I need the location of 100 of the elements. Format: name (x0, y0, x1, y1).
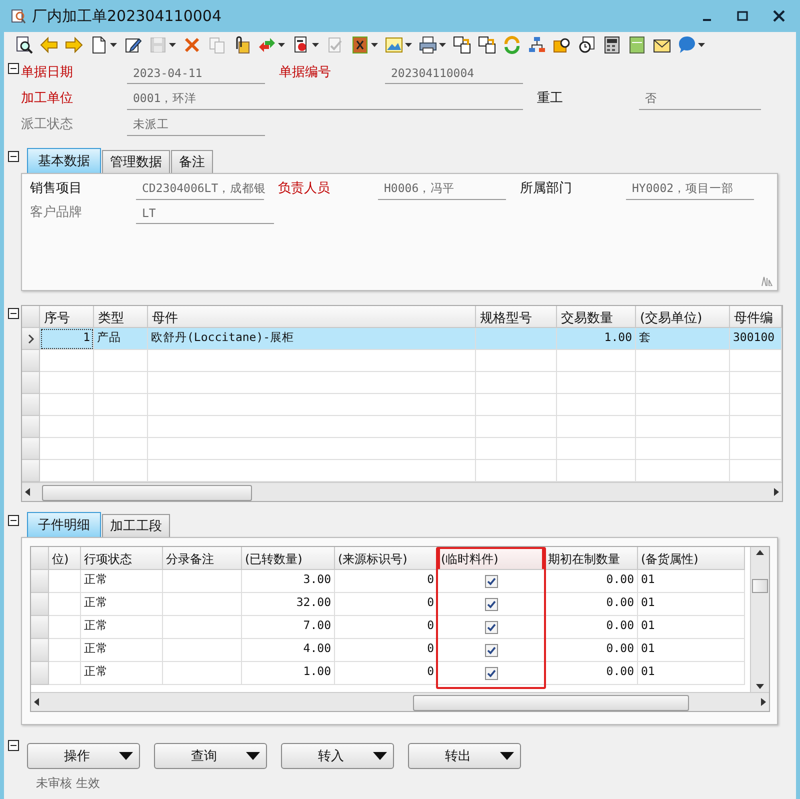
caret-icon (169, 43, 176, 47)
table-cell: 0.00 (545, 662, 638, 685)
horizontal-scrollbar[interactable] (22, 482, 782, 501)
hierarchy-icon (528, 36, 546, 54)
column-header[interactable]: 交易数量 (557, 306, 636, 328)
checkbox[interactable] (484, 620, 498, 634)
column-header[interactable]: (已转数量) (242, 547, 335, 570)
column-header[interactable]: (临时料件) (438, 547, 545, 570)
column-header[interactable]: 类型 (94, 306, 148, 328)
linked-pages-icon (453, 36, 471, 54)
column-header[interactable]: 母件编 (730, 306, 782, 328)
table-cell: 0.00 (545, 639, 638, 662)
tab[interactable]: 子件明细 (27, 512, 101, 537)
field-label: 派工状态 (21, 116, 74, 134)
tab[interactable]: 备注 (171, 150, 213, 173)
horizontal-scrollbar[interactable] (31, 692, 769, 711)
column-header[interactable]: (来源标识号) (335, 547, 438, 570)
vertical-scrollbar[interactable] (750, 547, 769, 692)
checkbox[interactable] (484, 574, 498, 588)
printer-icon (419, 36, 437, 54)
column-header[interactable]: 序号 (40, 306, 94, 328)
table-cell: 0 (335, 593, 438, 616)
table-cell: 欧舒丹(Loccitane)-展柜 (148, 328, 476, 350)
checkbox[interactable] (484, 598, 498, 610)
field-label: 加工单位 (21, 90, 74, 108)
document-search-icon (10, 8, 26, 24)
column-header[interactable]: 期初在制数量 (545, 547, 638, 570)
dropdown-button[interactable]: 转入 (281, 743, 394, 769)
table-cell (49, 616, 81, 639)
collapse-icon[interactable] (8, 740, 19, 751)
table-cell (49, 662, 81, 685)
row-header (31, 639, 49, 662)
table-cell: 0.00 (545, 593, 638, 616)
cross-icon (183, 36, 201, 54)
caret-icon (246, 751, 260, 761)
table-cell (94, 416, 148, 438)
row-header (31, 547, 49, 570)
dropdown-button[interactable]: 查询 (154, 743, 267, 769)
table-cell (730, 438, 782, 460)
collapse-icon[interactable] (8, 308, 19, 319)
table-cell (49, 570, 81, 593)
caret-icon (119, 751, 133, 761)
field-value: 否 (639, 91, 761, 110)
table-cell (49, 593, 81, 616)
column-header[interactable]: (备货属性) (638, 547, 745, 570)
field-value: 202304110004 (385, 66, 523, 84)
caret-icon (278, 43, 285, 47)
column-header[interactable]: 规格型号 (476, 306, 557, 328)
column-header[interactable]: (交易单位) (636, 306, 730, 328)
circular-arrows-icon (503, 36, 521, 54)
column-header[interactable]: 位) (49, 547, 81, 570)
table-cell: 正常 (81, 662, 163, 685)
table-cell: 产品 (94, 328, 148, 350)
table-cell: 01 (638, 593, 745, 616)
collapse-icon[interactable] (8, 151, 19, 162)
collapse-icon[interactable] (8, 515, 19, 526)
copy-pages-icon (208, 36, 226, 54)
row-header (31, 593, 49, 616)
row-header (22, 306, 40, 328)
magnifier-page-icon (15, 36, 33, 54)
dropdown-button[interactable]: 转出 (408, 743, 521, 769)
column-header[interactable]: 母件 (148, 306, 476, 328)
scroll-thumb[interactable] (42, 485, 252, 501)
scroll-thumb[interactable] (413, 695, 689, 711)
table-cell: 7.00 (242, 616, 335, 639)
table-cell: 01 (638, 616, 745, 639)
table-cell (730, 350, 782, 372)
row-header (31, 570, 49, 593)
scroll-thumb[interactable] (752, 579, 768, 593)
row-header (31, 662, 49, 685)
table-cell (730, 394, 782, 416)
tab[interactable]: 基本数据 (27, 148, 101, 173)
checkbox[interactable] (484, 644, 498, 656)
window-title: 厂内加工单202304110004 (32, 6, 223, 26)
right-arrow-icon (65, 36, 83, 54)
field-value: HY0002，项目一部 (626, 181, 754, 200)
row-header[interactable] (22, 328, 40, 350)
table-cell: 正常 (81, 570, 163, 593)
table-cell: 0.00 (545, 616, 638, 639)
table-cell (730, 416, 782, 438)
column-header[interactable]: 行项状态 (81, 547, 163, 570)
pencil-page-icon (124, 36, 142, 54)
dropdown-button[interactable]: 操作 (27, 743, 140, 769)
checkbox[interactable] (484, 666, 498, 680)
table-cell: 0 (335, 570, 438, 593)
caret-icon (500, 751, 514, 761)
collapse-icon[interactable] (8, 63, 19, 74)
table-cell: 0 (335, 616, 438, 639)
table-cell (94, 350, 148, 372)
tab[interactable]: 加工工段 (102, 514, 170, 537)
table-cell (94, 394, 148, 416)
field-value: LT (136, 206, 274, 224)
clock-page-icon (578, 36, 596, 54)
column-header[interactable]: 分录备注 (163, 547, 242, 570)
field-value: H0006，冯平 (378, 181, 506, 200)
field-value: CD2304006LT，成都银 (136, 181, 264, 200)
table-row[interactable]: 1 产品 欧舒丹(Loccitane)-展柜 1.00 套 300100 (22, 328, 782, 350)
tab[interactable]: 管理数据 (102, 150, 170, 173)
field-label: 重工 (537, 90, 564, 108)
row-header (31, 616, 49, 639)
